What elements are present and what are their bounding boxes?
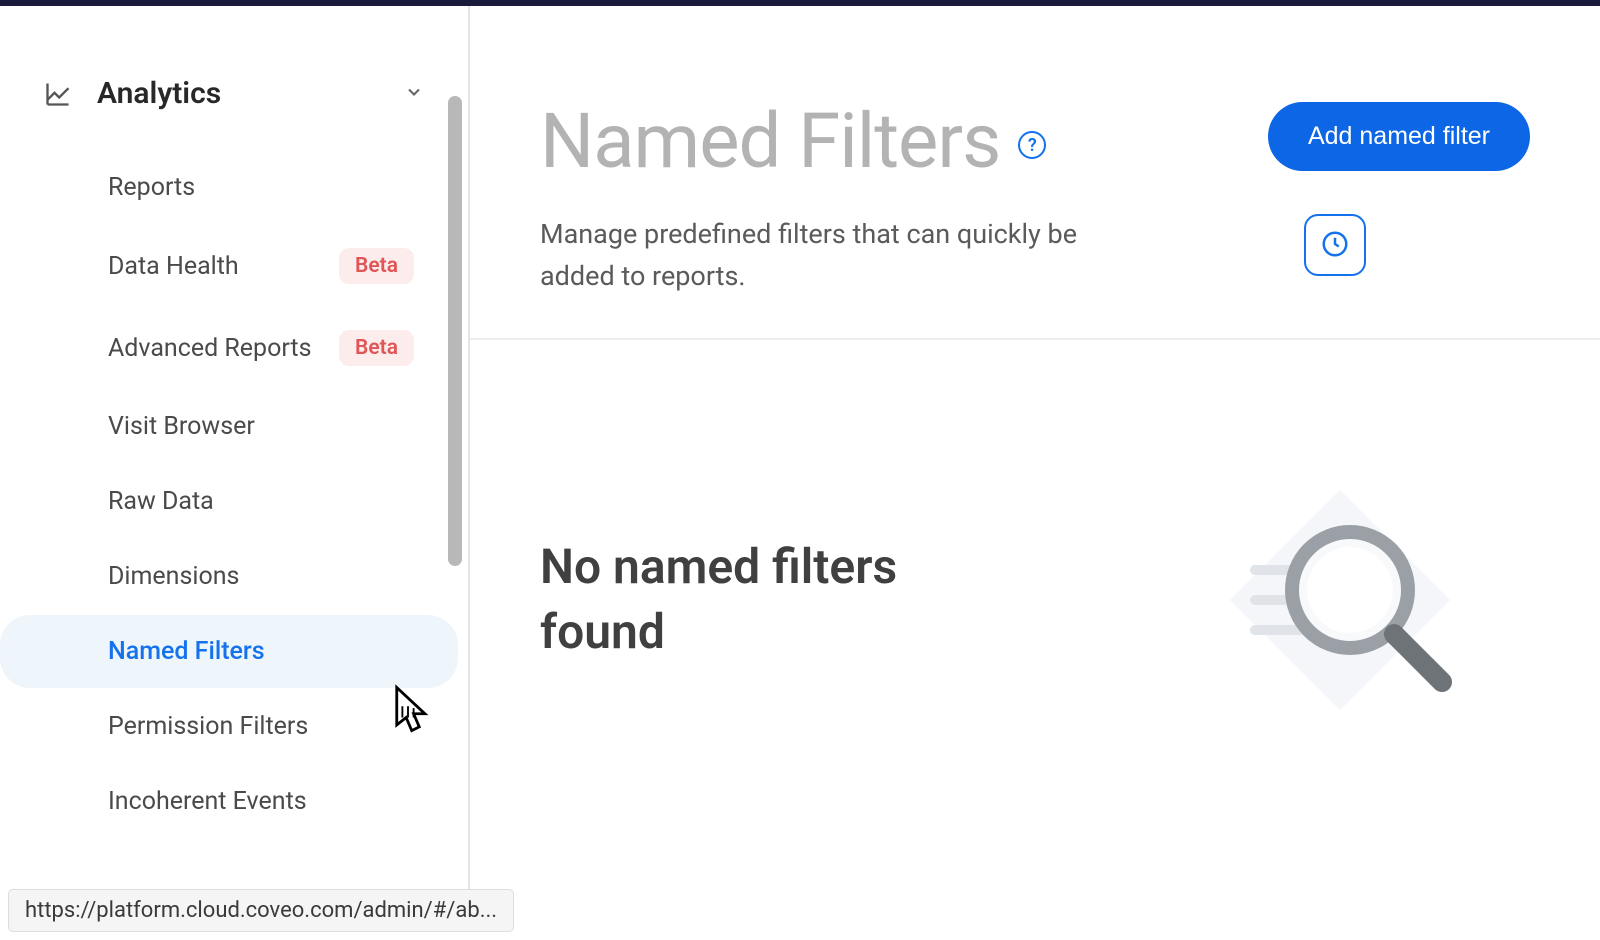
empty-state-illustration: [1210, 470, 1470, 730]
sidebar-item-dimensions[interactable]: Dimensions: [0, 540, 458, 613]
sidebar-item-data-health[interactable]: Data Health Beta: [0, 226, 458, 306]
sidebar-item-advanced-reports[interactable]: Advanced Reports Beta: [0, 308, 458, 388]
sidebar-item-label: Reports: [108, 173, 195, 202]
clock-icon: [1320, 229, 1350, 262]
beta-badge: Beta: [339, 248, 414, 284]
sidebar-nav: Reports Data Health Beta Advanced Report…: [0, 151, 468, 838]
app-layout: Analytics Reports Data Health Beta Advan…: [0, 6, 1600, 896]
chevron-down-icon: [404, 80, 424, 108]
sidebar-item-named-filters[interactable]: Named Filters: [0, 615, 458, 688]
help-icon[interactable]: ?: [1018, 131, 1046, 159]
history-button[interactable]: [1304, 214, 1366, 276]
page-title: Named Filters: [540, 96, 1000, 186]
analytics-icon: [44, 80, 72, 108]
sidebar-item-label: Dimensions: [108, 562, 239, 591]
page-description: Manage predefined filters that can quick…: [540, 214, 1110, 298]
sidebar-item-label: Permission Filters: [108, 712, 308, 741]
sidebar-item-label: Data Health: [108, 252, 239, 281]
sidebar-item-label: Incoherent Events: [108, 787, 307, 816]
beta-badge: Beta: [339, 330, 414, 366]
sidebar-item-reports[interactable]: Reports: [0, 151, 458, 224]
sidebar-item-label: Visit Browser: [108, 412, 255, 441]
browser-status-bar: https://platform.cloud.coveo.com/admin/#…: [8, 889, 514, 932]
sidebar-item-raw-data[interactable]: Raw Data: [0, 465, 458, 538]
sidebar-item-visit-browser[interactable]: Visit Browser: [0, 390, 458, 463]
sidebar-item-label: Raw Data: [108, 487, 214, 516]
sidebar-item-label: Advanced Reports: [108, 334, 312, 363]
sidebar-item-label: Named Filters: [108, 637, 265, 666]
page-title-wrap: Named Filters ?: [540, 96, 1046, 186]
sidebar-title: Analytics: [97, 76, 404, 111]
empty-state-title: No named filters found: [540, 535, 940, 665]
sidebar: Analytics Reports Data Health Beta Advan…: [0, 6, 470, 896]
sidebar-header[interactable]: Analytics: [0, 76, 468, 111]
add-named-filter-button[interactable]: Add named filter: [1268, 102, 1530, 171]
main-content: Named Filters ? Add named filter Manage …: [470, 6, 1600, 896]
page-header: Named Filters ? Add named filter: [540, 96, 1530, 186]
sidebar-item-incoherent-events[interactable]: Incoherent Events: [0, 765, 458, 838]
empty-state: No named filters found: [540, 340, 1530, 730]
page-subheader: Manage predefined filters that can quick…: [540, 214, 1530, 298]
sidebar-item-permission-filters[interactable]: Permission Filters: [0, 690, 458, 763]
sidebar-scrollbar[interactable]: [448, 96, 462, 566]
